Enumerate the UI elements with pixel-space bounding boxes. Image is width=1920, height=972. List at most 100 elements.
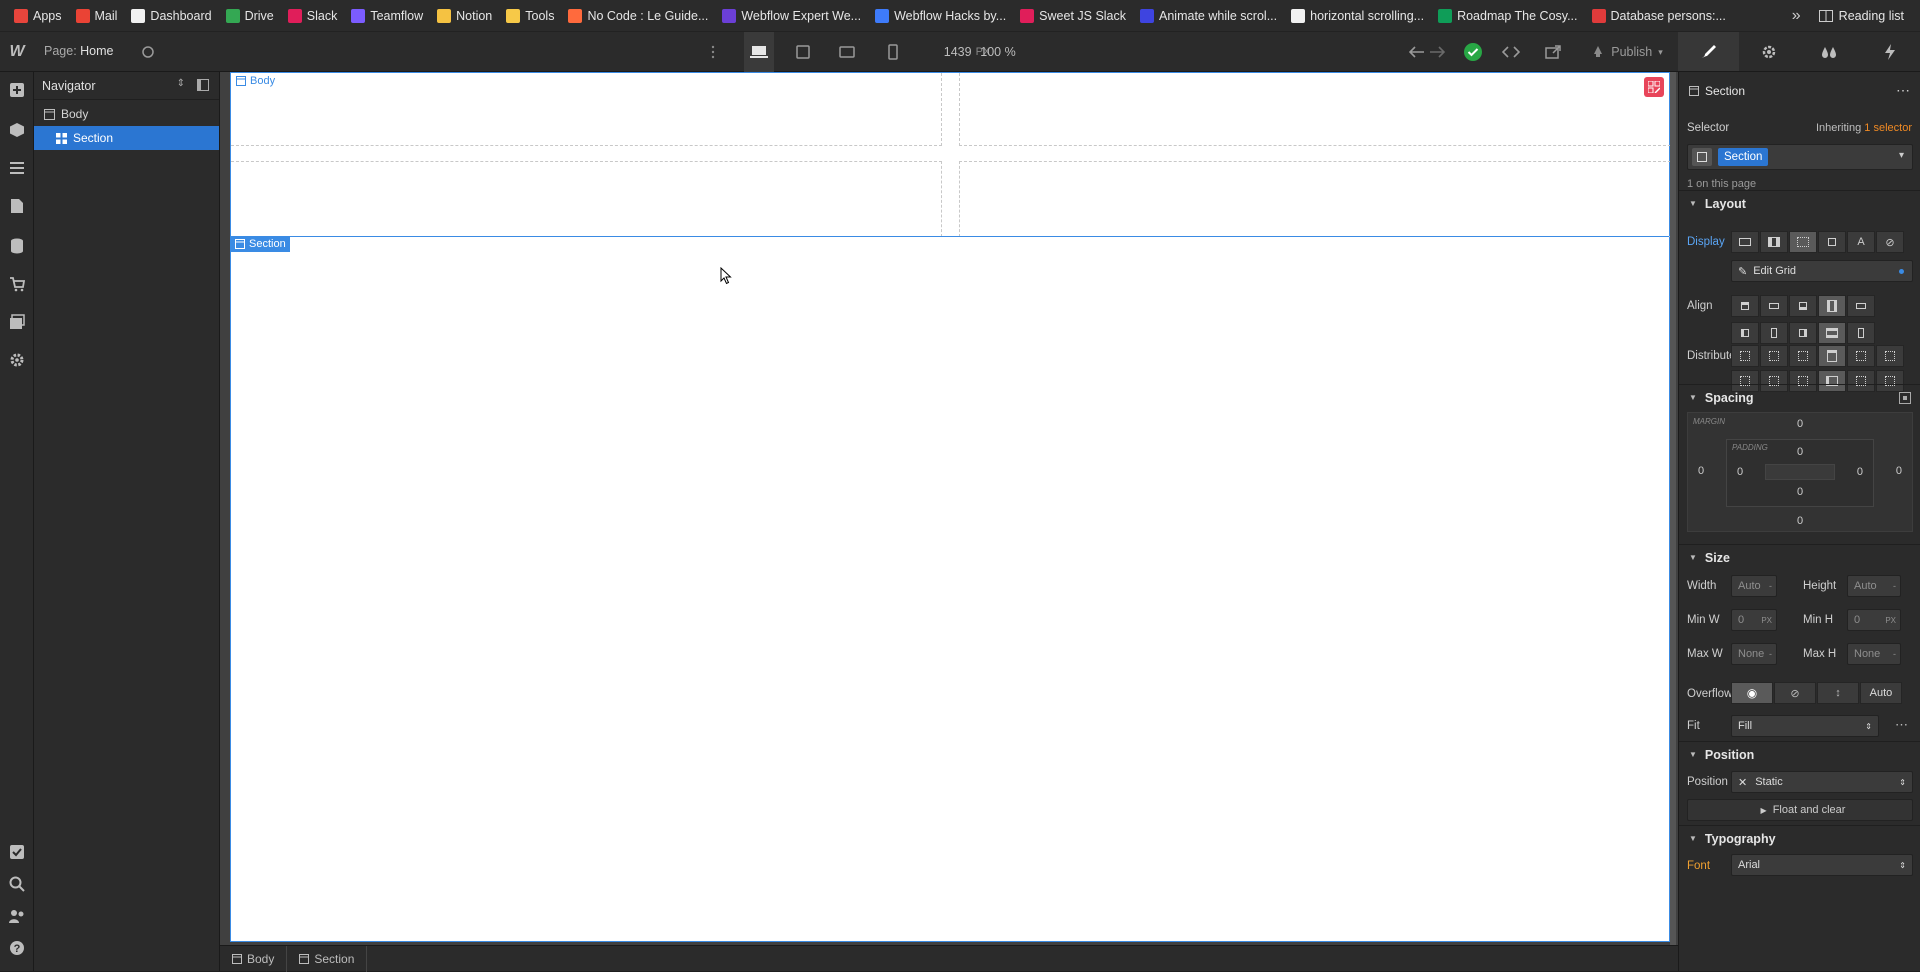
webflow-logo-icon[interactable]: W [0,32,34,72]
display-inline-icon[interactable]: A [1847,231,1875,253]
help-question-icon[interactable]: ? [0,934,34,962]
assets-images-icon[interactable] [0,308,34,336]
undo-icon[interactable] [1406,32,1428,72]
display-inline-block-icon[interactable] [1818,231,1846,253]
align-center-icon[interactable] [1760,295,1788,317]
breakpoint-mobile-landscape-icon[interactable] [832,32,862,72]
code-export-icon[interactable] [1498,32,1524,72]
selector-field[interactable]: Section ▾ [1687,144,1913,170]
selector-chip[interactable]: Section [1718,148,1768,166]
grid-cell[interactable] [231,73,942,146]
overflow-hidden-icon[interactable]: ⊘ [1774,682,1816,704]
collaborators-icon[interactable] [0,902,34,930]
bookmark-item[interactable]: Apps [14,9,62,23]
zoom-readout[interactable]: 100 % [978,32,1018,72]
redo-icon[interactable] [1426,32,1448,72]
font-select[interactable]: Arial ⇕ [1731,854,1913,876]
page-canvas[interactable]: Body Section [230,72,1670,942]
navigator-item-section[interactable]: Section [34,126,219,150]
interactions-tab-bolt-icon[interactable] [1860,32,1920,71]
bookmark-item[interactable]: Tools [506,9,554,23]
margin-bottom[interactable]: 0 [1688,515,1912,527]
spacing-section-header[interactable]: ▼ Spacing [1679,384,1920,410]
distribute-around-icon[interactable] [1876,345,1904,367]
bookmark-item[interactable]: No Code : Le Guide... [568,9,708,23]
page-settings-icon[interactable] [136,32,160,72]
audit-checkbox-icon[interactable] [0,838,34,866]
style-manager-tab-drops-icon[interactable] [1799,32,1860,71]
add-panel-plus-icon[interactable] [0,76,34,104]
bookmark-item[interactable]: Database persons:... [1592,9,1726,23]
distribute-between-icon[interactable] [1847,345,1875,367]
float-and-clear-toggle[interactable]: ▶ Float and clear [1687,799,1913,821]
align-stretch-icon[interactable] [1818,295,1846,317]
more-options-icon[interactable] [706,32,720,72]
distribute-stretch-icon[interactable] [1818,345,1846,367]
justify-center-icon[interactable] [1760,322,1788,344]
overflow-visible-eye-icon[interactable]: ◉ [1731,682,1773,704]
spacing-preset-icon[interactable] [1899,392,1911,404]
canvas-scrollbar[interactable] [1670,72,1676,945]
edit-grid-button[interactable]: ✎ Edit Grid [1731,260,1913,282]
pages-icon[interactable] [0,192,34,220]
publish-button[interactable]: Publish ▾ [1582,32,1672,72]
more-bookmarks-button[interactable]: » [1792,7,1801,25]
bookmark-item[interactable]: horizontal scrolling... [1291,9,1424,23]
justify-stretch-icon[interactable] [1818,322,1846,344]
symbols-cube-icon[interactable] [0,116,34,144]
expand-collapse-icon[interactable]: ⇕ [177,78,185,89]
breadcrumb-section[interactable]: Section [287,946,367,972]
fit-select[interactable]: Fill ⇕ [1731,715,1879,737]
padding-left[interactable]: 0 [1737,466,1743,478]
chevron-down-icon[interactable]: ▾ [1899,150,1904,161]
display-flex-icon[interactable] [1760,231,1788,253]
typography-section-header[interactable]: ▼ Typography [1679,825,1920,851]
bookmark-item[interactable]: Sweet JS Slack [1020,9,1126,23]
grid-cell[interactable] [959,161,1671,237]
padding-top[interactable]: 0 [1727,446,1873,458]
distribute-center-icon[interactable] [1760,345,1788,367]
display-none-icon[interactable]: ⊘ [1876,231,1904,253]
breakpoint-tablet-icon[interactable] [788,32,818,72]
page-selector[interactable]: Page: Home [44,44,114,58]
bookmark-item[interactable]: Webflow Expert We... [722,9,861,23]
max-width-input[interactable]: None- [1731,643,1777,665]
bookmark-item[interactable]: Dashboard [131,9,211,23]
width-input[interactable]: Auto- [1731,575,1777,597]
align-baseline-icon[interactable] [1847,295,1875,317]
position-section-header[interactable]: ▼ Position [1679,741,1920,767]
min-height-input[interactable]: 0PX [1847,609,1901,631]
bookmark-item[interactable]: Mail [76,9,118,23]
bookmark-item[interactable]: Notion [437,9,492,23]
search-icon[interactable] [0,870,34,898]
position-select[interactable]: ✕ Static ⇕ [1731,771,1913,793]
layout-section-header[interactable]: ▼ Layout [1679,190,1920,216]
dock-panel-icon[interactable] [197,79,209,91]
align-top-icon[interactable] [1731,295,1759,317]
distribute-start-icon[interactable] [1731,345,1759,367]
fit-more-icon[interactable]: ⋯ [1895,717,1908,733]
justify-left-icon[interactable] [1731,322,1759,344]
display-block-icon[interactable] [1731,231,1759,253]
bookmark-item[interactable]: Animate while scrol... [1140,9,1277,23]
min-width-input[interactable]: 0PX [1731,609,1777,631]
distribute-end-icon[interactable] [1789,345,1817,367]
grid-settings-icon[interactable] [1644,77,1664,97]
grid-cell[interactable] [231,161,942,237]
navigator-layers-icon[interactable] [0,154,34,182]
display-grid-icon[interactable] [1789,231,1817,253]
share-icon[interactable] [1540,32,1566,72]
reading-list-button[interactable]: Reading list [1819,9,1904,23]
breakpoint-mobile-portrait-icon[interactable] [878,32,908,72]
margin-top[interactable]: 0 [1688,418,1912,430]
size-section-header[interactable]: ▼ Size [1679,544,1920,570]
margin-right[interactable]: 0 [1896,465,1902,477]
navigator-item-body[interactable]: Body [34,102,219,126]
breakpoint-desktop-icon[interactable] [744,32,774,72]
overflow-auto-button[interactable]: Auto [1860,682,1902,704]
margin-left[interactable]: 0 [1698,465,1704,477]
height-input[interactable]: Auto- [1847,575,1901,597]
bookmark-item[interactable]: Teamflow [351,9,423,23]
align-bottom-icon[interactable] [1789,295,1817,317]
style-tab-brush-icon[interactable] [1678,32,1739,71]
